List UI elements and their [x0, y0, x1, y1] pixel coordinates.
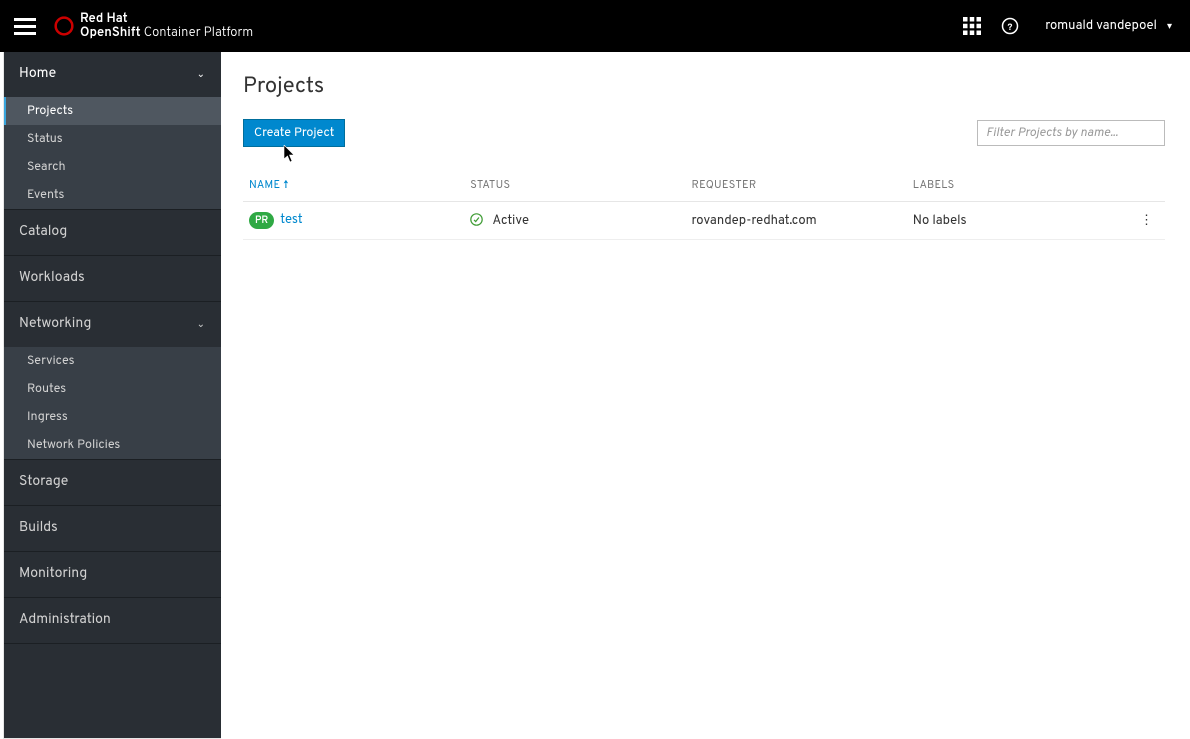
nav-section-label: Home [19, 66, 56, 83]
sidebar-item-routes[interactable]: Routes [3, 375, 221, 403]
column-header-status[interactable]: STATUS [464, 171, 685, 202]
row-actions-kebab[interactable]: ⋮ [1128, 202, 1165, 240]
nav-section-workloads[interactable]: Workloads [3, 256, 221, 301]
sidebar-item-search[interactable]: Search [3, 153, 221, 181]
sidebar-item-ingress[interactable]: Ingress [3, 403, 221, 431]
action-row: Create Project [243, 119, 1165, 147]
chevron-down-icon: ▾ [1167, 20, 1172, 33]
page-title: Projects [243, 74, 1165, 101]
labels-cell: No labels [907, 202, 1128, 240]
sidebar-item-services[interactable]: Services [3, 347, 221, 375]
nav-section-label: Administration [19, 612, 111, 629]
status-text: Active [492, 213, 529, 229]
sidebar: Home ⌄ Projects Status Search Events Cat… [3, 52, 221, 739]
nav-section-home[interactable]: Home ⌄ [3, 52, 221, 97]
column-name-label: NAME [249, 179, 280, 193]
apps-grid-icon[interactable] [963, 17, 981, 35]
chevron-down-icon: ⌄ [197, 318, 205, 331]
username-label: romuald vandepoel [1045, 18, 1157, 34]
sidebar-item-projects[interactable]: Projects [3, 97, 221, 125]
nav-section-label: Catalog [19, 224, 67, 241]
nav-section-administration[interactable]: Administration [3, 598, 221, 643]
nav-section-builds[interactable]: Builds [3, 506, 221, 551]
brand-line1: Red Hat [80, 12, 253, 26]
project-name-link[interactable]: test [280, 212, 303, 228]
column-header-name[interactable]: NAME ↑ [243, 171, 464, 202]
brand-line2-bold: OpenShift [80, 25, 141, 41]
nav-section-storage[interactable]: Storage [3, 460, 221, 505]
filter-projects-input[interactable] [977, 120, 1165, 146]
nav-section-label: Storage [19, 474, 68, 491]
nav-section-label: Networking [19, 316, 91, 333]
nav-section-label: Builds [19, 520, 58, 537]
project-badge: PR [249, 212, 274, 229]
brand-logo[interactable]: Red Hat OpenShift Container Platform [54, 12, 253, 41]
requester-cell: rovandep-redhat.com [686, 202, 907, 240]
nav-section-monitoring[interactable]: Monitoring [3, 552, 221, 597]
column-header-requester[interactable]: REQUESTER [686, 171, 907, 202]
sidebar-item-status[interactable]: Status [3, 125, 221, 153]
column-header-labels[interactable]: LABELS [907, 171, 1128, 202]
nav-section-catalog[interactable]: Catalog [3, 210, 221, 255]
sort-asc-icon: ↑ [283, 179, 288, 193]
nav-section-networking[interactable]: Networking ⌄ [3, 302, 221, 347]
help-icon[interactable]: ? [1001, 17, 1019, 35]
user-menu[interactable]: romuald vandepoel ▾ [1045, 18, 1172, 34]
table-row: PR test Active rovandep-redhat.com No lab… [243, 202, 1165, 240]
create-project-button[interactable]: Create Project [243, 119, 345, 147]
sidebar-item-events[interactable]: Events [3, 181, 221, 209]
nav-section-label: Monitoring [19, 566, 87, 583]
nav-section-label: Workloads [19, 270, 85, 287]
redhat-icon [54, 16, 74, 36]
brand-line2-rest: Container Platform [141, 25, 254, 41]
sidebar-item-network-policies[interactable]: Network Policies [3, 431, 221, 459]
main-content: Projects Create Project NAME ↑ STATUS RE… [221, 52, 1187, 739]
mouse-cursor-icon [283, 145, 297, 163]
svg-text:?: ? [1008, 21, 1013, 34]
hamburger-icon[interactable] [14, 14, 38, 38]
chevron-down-icon: ⌄ [197, 68, 205, 81]
projects-table: NAME ↑ STATUS REQUESTER LABELS PR test [243, 171, 1165, 240]
status-ok-icon [470, 213, 486, 229]
brand-text: Red Hat OpenShift Container Platform [80, 12, 253, 41]
top-header: Red Hat OpenShift Container Platform ? r… [0, 0, 1190, 52]
